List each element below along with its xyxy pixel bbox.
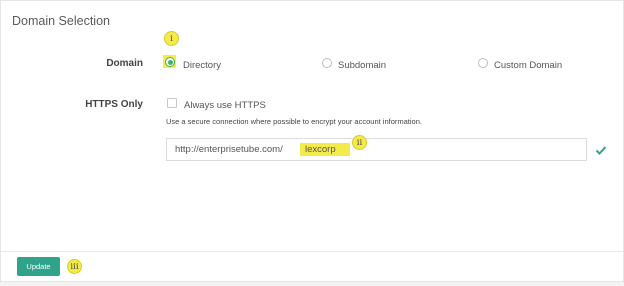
annotation-badge-ii: ii	[352, 135, 367, 150]
radio-subdomain[interactable]	[322, 58, 332, 68]
check-icon	[595, 146, 607, 155]
radio-custom-domain[interactable]	[478, 58, 488, 68]
update-button[interactable]: Update	[17, 257, 60, 276]
radio-directory-label[interactable]: Directory	[183, 60, 221, 71]
url-slug-value[interactable]: lexcorp	[300, 143, 350, 156]
radio-subdomain-label[interactable]: Subdomain	[338, 60, 386, 71]
annotation-badge-iii: iii	[67, 259, 82, 274]
url-input-field[interactable]: http://enterprisetube.com/ lexcorp	[166, 138, 587, 161]
footer-divider	[1, 251, 623, 252]
domain-label: Domain	[106, 58, 143, 69]
always-https-label[interactable]: Always use HTTPS	[184, 100, 266, 111]
radio-custom-domain-label[interactable]: Custom Domain	[494, 60, 562, 71]
url-prefix: http://enterprisetube.com/	[175, 144, 283, 155]
https-only-label: HTTPS Only	[85, 99, 143, 110]
section-title: Domain Selection	[12, 14, 110, 28]
https-help-text: Use a secure connection where possible t…	[166, 117, 422, 126]
annotation-badge-i: i	[164, 31, 179, 46]
domain-settings-panel: Domain Selection Domain i Directory Subd…	[0, 0, 624, 282]
radio-directory[interactable]	[165, 57, 175, 67]
always-https-checkbox[interactable]	[167, 98, 177, 108]
